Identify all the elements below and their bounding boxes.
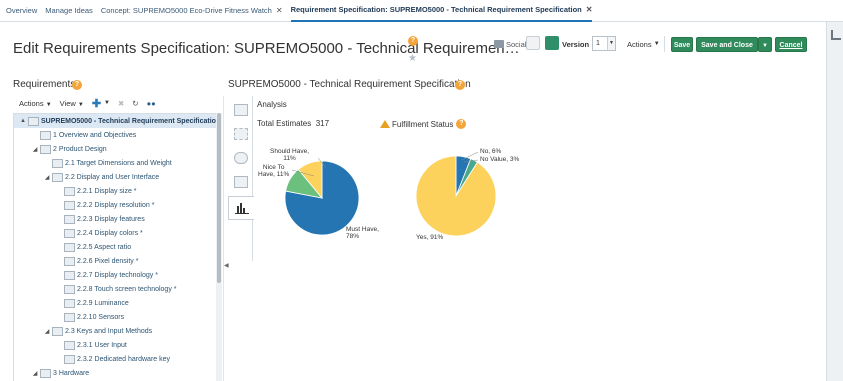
pie-label-line: No Value, 3% [480, 156, 520, 163]
pie-slice-label: Must Have, 78% [346, 226, 379, 240]
pie-label-line: Yes, 91% [416, 234, 444, 241]
pie-slice-label: Should Have, 11% [270, 148, 309, 162]
pie-label-line: Nice To [262, 164, 285, 171]
pie-charts [284, 151, 497, 237]
pie-label-line: 78% [346, 233, 360, 240]
pie-label-line: 11% [283, 155, 296, 162]
pie-slice-label: No, 6% [480, 148, 501, 155]
pie-label-line: Must Have, [346, 226, 379, 233]
pie-label-line: No, 6% [480, 148, 502, 155]
pie-label-line: Should Have, [270, 148, 310, 155]
pie-slice-label: Nice To Have, 11% [258, 164, 289, 178]
pie-slice-label: Yes, 91% [416, 234, 443, 241]
pie-label-line: Have, 11% [258, 171, 290, 178]
pie-slice-label: No Value, 3% [480, 156, 519, 163]
pie-slice[interactable] [415, 155, 497, 237]
